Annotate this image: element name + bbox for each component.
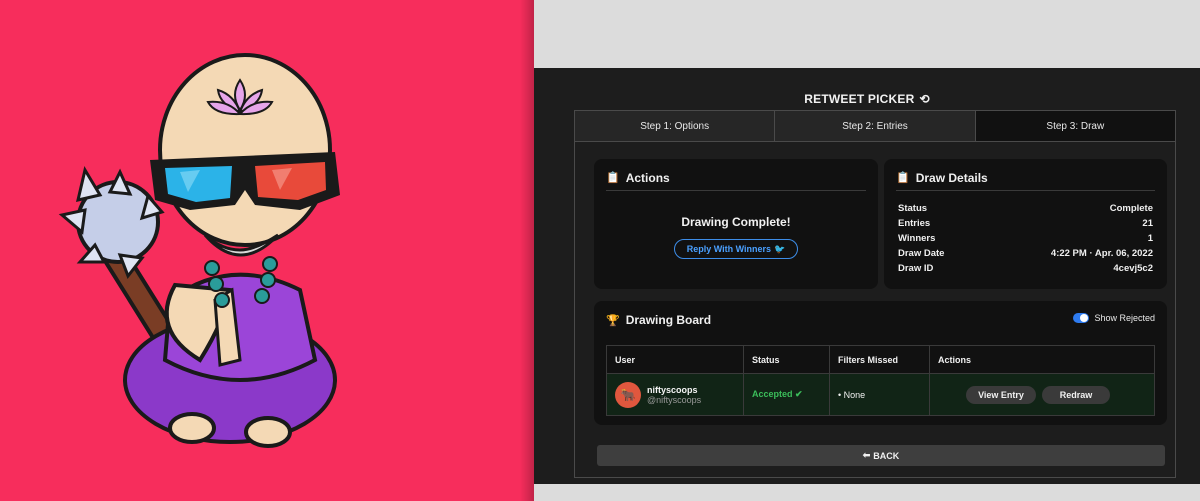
table-row: 🐂 niftyscoops @niftyscoops Accepted ✔ • … — [606, 373, 1155, 416]
table-header-row: User Status Filters Missed Actions — [606, 345, 1155, 374]
detail-value: 4:22 PM · Apr. 06, 2022 — [1050, 248, 1153, 259]
detail-label: Winners — [898, 233, 936, 244]
detail-label: Draw ID — [898, 263, 934, 274]
retweet-picker-app: RETWEET PICKER ⟲ Step 1: Options Step 2: … — [534, 68, 1200, 484]
detail-label: Entries — [898, 218, 931, 229]
status-badge: Accepted ✔ — [752, 389, 803, 399]
details-title: Draw Details — [915, 170, 988, 185]
tab-step-options[interactable]: Step 1: Options — [575, 111, 776, 141]
reply-button-label: Reply With Winners — [686, 244, 772, 254]
detail-row-draw-id: Draw ID 4cevj5c2 — [898, 261, 1153, 276]
filters-missed-cell: • None — [829, 373, 930, 416]
details-list: Status Complete Entries 21 Winners 1 Dra… — [898, 201, 1153, 276]
check-circle-icon: ✔ — [795, 389, 803, 399]
actions-header: 📋 Actions — [606, 169, 866, 191]
column-header-actions: Actions — [929, 345, 1155, 374]
show-rejected-toggle[interactable] — [1073, 313, 1090, 323]
user-handle[interactable]: @niftyscoops — [647, 395, 701, 405]
detail-value: 21 — [1142, 218, 1153, 229]
entries-table: User Status Filters Missed Actions 🐂 nif… — [606, 345, 1155, 416]
back-label: BACK — [873, 450, 900, 461]
monk-character-illustration — [58, 53, 340, 448]
row-actions-cell: View Entry Redraw — [929, 373, 1155, 416]
draw-details-panel: 📋 Draw Details Status Complete Entries 2… — [884, 159, 1167, 289]
window-bottom-background — [534, 484, 1200, 501]
retweet-icon: ⟲ — [919, 92, 930, 106]
user-name[interactable]: niftyscoops — [647, 385, 701, 395]
monk-head — [150, 53, 340, 257]
tab-step-draw[interactable]: Step 3: Draw — [975, 111, 1175, 141]
detail-value: Complete — [1109, 203, 1153, 214]
status-text: Accepted — [752, 389, 793, 399]
column-header-user: User — [606, 345, 744, 374]
trophy-icon: 🏆 — [606, 314, 620, 327]
app-title: RETWEET PICKER ⟲ — [534, 92, 1200, 106]
column-header-filters: Filters Missed — [829, 345, 930, 374]
twitter-icon: 🐦 — [774, 243, 786, 254]
window-top-background — [534, 0, 1200, 68]
clipboard-check-icon: 📋 — [606, 172, 620, 184]
drawing-status-message: Drawing Complete! — [681, 215, 791, 229]
artwork-panel — [0, 0, 534, 501]
actions-title: Actions — [625, 170, 670, 185]
detail-value: 4cevj5c2 — [1113, 263, 1153, 274]
detail-row-entries: Entries 21 — [898, 216, 1153, 231]
clipboard-list-icon: 📋 — [896, 172, 910, 184]
user-cell: 🐂 niftyscoops @niftyscoops — [606, 373, 744, 416]
detail-row-winners: Winners 1 — [898, 231, 1153, 246]
detail-row-status: Status Complete — [898, 201, 1153, 216]
details-header: 📋 Draw Details — [896, 169, 1155, 191]
tab-step-entries[interactable]: Step 2: Entries — [775, 111, 976, 141]
redraw-button[interactable]: Redraw — [1042, 385, 1110, 404]
detail-value: 1 — [1147, 233, 1153, 244]
column-header-status: Status — [743, 345, 830, 374]
monk-body — [123, 256, 337, 448]
step-tabs: Step 1: Options Step 2: Entries Step 3: … — [574, 110, 1176, 142]
app-title-text: RETWEET PICKER — [804, 92, 915, 106]
drawing-board-panel: 🏆 Drawing Board Show Rejected User Statu… — [594, 301, 1167, 425]
detail-label: Status — [898, 203, 928, 214]
status-cell: Accepted ✔ — [743, 373, 830, 416]
back-button[interactable]: ⬅ BACK — [597, 445, 1165, 466]
avatar[interactable]: 🐂 — [615, 381, 641, 408]
arrow-circle-left-icon: ⬅ — [862, 450, 871, 460]
board-title: Drawing Board — [625, 313, 712, 327]
detail-label: Draw Date — [898, 248, 945, 259]
detail-row-draw-date: Draw Date 4:22 PM · Apr. 06, 2022 — [898, 246, 1153, 261]
show-rejected-label: Show Rejected — [1094, 313, 1155, 323]
show-rejected-control: Show Rejected — [1073, 313, 1155, 323]
view-entry-button[interactable]: View Entry — [966, 385, 1036, 404]
actions-panel: 📋 Actions Drawing Complete! Reply With W… — [594, 159, 878, 289]
reply-with-winners-button[interactable]: Reply With Winners 🐦 — [674, 239, 798, 259]
